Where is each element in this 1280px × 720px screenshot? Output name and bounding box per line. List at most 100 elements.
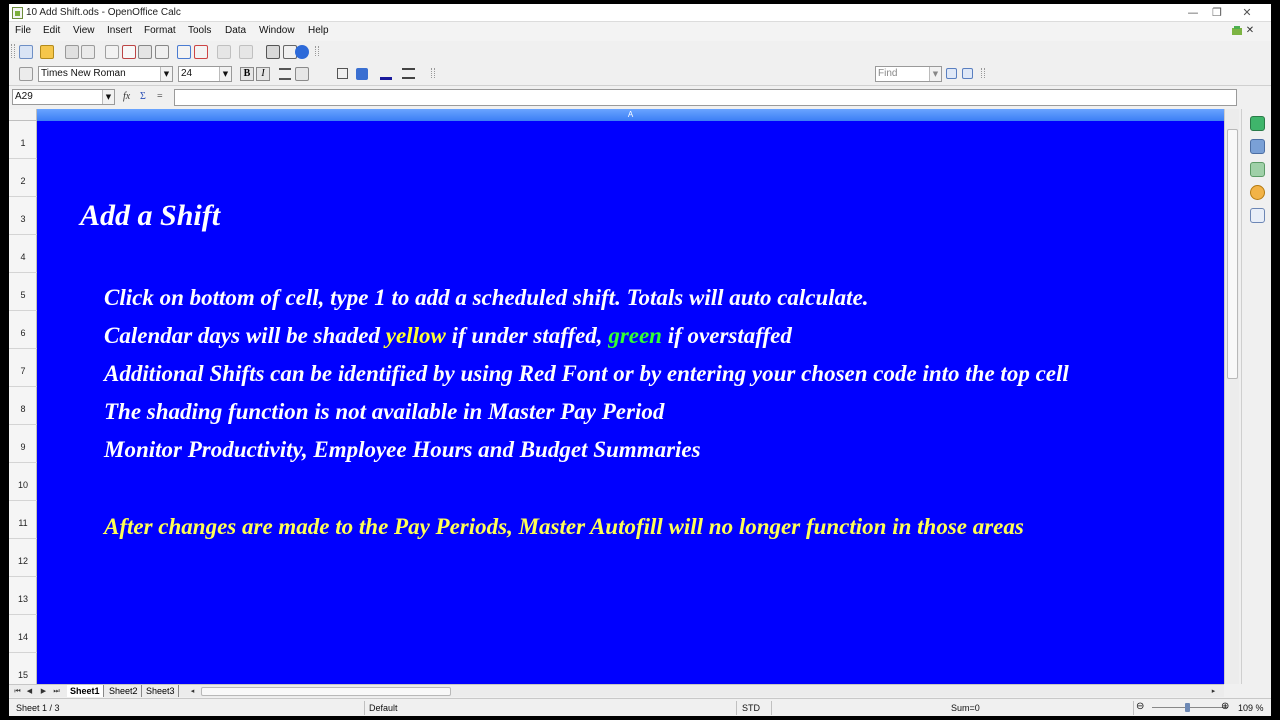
selection-mode[interactable]: STD bbox=[742, 703, 760, 713]
find-previous-icon[interactable] bbox=[962, 68, 973, 79]
edit-file-icon[interactable] bbox=[105, 45, 119, 59]
row-header-3[interactable]: 3 bbox=[9, 197, 37, 235]
select-all-corner[interactable] bbox=[9, 109, 37, 121]
zoom-slider-handle[interactable] bbox=[1185, 703, 1190, 712]
align-center-icon[interactable] bbox=[295, 67, 309, 81]
row-header-11[interactable]: 11 bbox=[9, 501, 37, 539]
font-name-select[interactable]: Times New Roman ▼ bbox=[38, 66, 173, 82]
close-document-button[interactable]: ✕ bbox=[1243, 24, 1257, 38]
function-wizard-icon[interactable]: fx bbox=[123, 91, 130, 102]
bold-button[interactable]: B bbox=[240, 67, 254, 81]
menu-format[interactable]: Format bbox=[144, 25, 176, 36]
sheet-tab-1[interactable]: Sheet1 bbox=[67, 685, 104, 697]
formula-input[interactable] bbox=[174, 89, 1237, 106]
find-input[interactable]: Find ▼ bbox=[875, 66, 942, 82]
menu-help[interactable]: Help bbox=[308, 25, 329, 36]
properties-icon[interactable] bbox=[1250, 116, 1265, 131]
row-header-5[interactable]: 5 bbox=[9, 273, 37, 311]
row-header-6[interactable]: 6 bbox=[9, 311, 37, 349]
chevron-down-icon[interactable]: ▼ bbox=[929, 67, 941, 81]
merged-cell-a[interactable]: Add a Shift Click on bottom of cell, typ… bbox=[37, 121, 1224, 684]
navigator-compass-icon[interactable] bbox=[1250, 185, 1265, 200]
last-sheet-icon[interactable]: ⏭ bbox=[51, 686, 62, 697]
vertical-scrollbar[interactable] bbox=[1224, 109, 1239, 684]
functions-icon[interactable] bbox=[1250, 208, 1265, 223]
italic-button[interactable]: I bbox=[256, 67, 270, 81]
row-header-12[interactable]: 12 bbox=[9, 539, 37, 577]
menu-view[interactable]: View bbox=[73, 25, 95, 36]
row-header-7[interactable]: 7 bbox=[9, 349, 37, 387]
row-header-4[interactable]: 4 bbox=[9, 235, 37, 273]
row-header-13[interactable]: 13 bbox=[9, 577, 37, 615]
borders-icon[interactable] bbox=[337, 68, 348, 79]
chevron-down-icon[interactable]: ▼ bbox=[219, 67, 231, 81]
next-sheet-icon[interactable]: ▶ bbox=[38, 686, 49, 697]
chevron-down-icon[interactable]: ▼ bbox=[160, 67, 172, 81]
menu-insert[interactable]: Insert bbox=[107, 25, 132, 36]
previous-sheet-icon[interactable]: ◀ bbox=[24, 686, 35, 697]
toolbar-overflow-icon[interactable] bbox=[315, 46, 319, 56]
vertical-scroll-thumb[interactable] bbox=[1227, 129, 1238, 379]
row-header-14[interactable]: 14 bbox=[9, 615, 37, 653]
find-replace-icon[interactable] bbox=[266, 45, 280, 59]
line-style-icon[interactable] bbox=[402, 68, 415, 79]
spellcheck-icon[interactable] bbox=[177, 45, 191, 59]
sum-display[interactable]: Sum=0 bbox=[951, 703, 980, 713]
align-left-icon[interactable] bbox=[279, 68, 291, 80]
sheet-tab-3[interactable]: Sheet3 bbox=[143, 685, 179, 697]
calc-app-icon bbox=[12, 7, 23, 19]
name-box[interactable]: A29 ▼ bbox=[12, 89, 115, 105]
row-header-8[interactable]: 8 bbox=[9, 387, 37, 425]
print-icon[interactable] bbox=[138, 45, 152, 59]
toolbar-overflow-icon[interactable] bbox=[981, 68, 985, 78]
extension-update-icon[interactable] bbox=[1231, 25, 1243, 37]
gallery-icon[interactable] bbox=[1250, 162, 1265, 177]
print-preview-icon[interactable] bbox=[155, 45, 169, 59]
redo-icon[interactable] bbox=[239, 45, 253, 59]
scroll-right-icon[interactable]: ▸ bbox=[1208, 686, 1219, 697]
column-header-a[interactable]: A bbox=[37, 109, 1224, 121]
row-header-10[interactable]: 10 bbox=[9, 463, 37, 501]
scroll-left-icon[interactable]: ◂ bbox=[187, 686, 198, 697]
row-header-2[interactable]: 2 bbox=[9, 159, 37, 197]
close-window-button[interactable]: ✕ bbox=[1236, 6, 1258, 19]
styles-and-formatting-icon[interactable] bbox=[1250, 139, 1265, 154]
font-size-select[interactable]: 24 ▼ bbox=[178, 66, 232, 82]
menu-edit[interactable]: Edit bbox=[43, 25, 60, 36]
sum-icon[interactable]: Σ bbox=[140, 91, 146, 102]
row-header-1[interactable]: 1 bbox=[9, 121, 37, 159]
background-color-icon[interactable] bbox=[356, 68, 368, 80]
toolbar-grip-icon[interactable] bbox=[11, 44, 15, 58]
styles-icon[interactable] bbox=[19, 67, 33, 81]
zoom-level[interactable]: 109 % bbox=[1238, 703, 1264, 713]
horizontal-scroll-thumb[interactable] bbox=[201, 687, 451, 696]
find-next-icon[interactable] bbox=[946, 68, 957, 79]
chevron-down-icon[interactable]: ▼ bbox=[102, 90, 114, 104]
menu-tools[interactable]: Tools bbox=[188, 25, 211, 36]
function-icon[interactable]: = bbox=[157, 91, 163, 102]
open-folder-icon[interactable] bbox=[40, 45, 54, 59]
export-pdf-icon[interactable] bbox=[122, 45, 136, 59]
zoom-out-icon[interactable]: ⊖ bbox=[1136, 701, 1144, 712]
status-divider bbox=[1133, 701, 1134, 715]
row-header-9[interactable]: 9 bbox=[9, 425, 37, 463]
autospellcheck-icon[interactable] bbox=[194, 45, 208, 59]
row-headers: 1 2 3 4 5 6 7 8 9 10 11 12 13 14 15 bbox=[9, 121, 37, 691]
zoom-slider[interactable] bbox=[1152, 707, 1228, 708]
email-icon[interactable] bbox=[81, 45, 95, 59]
minimize-button[interactable]: — bbox=[1182, 6, 1204, 19]
first-sheet-icon[interactable]: ⏮ bbox=[12, 686, 23, 697]
maximize-button[interactable]: ❐ bbox=[1206, 6, 1228, 19]
zoom-in-icon[interactable]: ⊕ bbox=[1221, 701, 1229, 712]
save-icon[interactable] bbox=[65, 45, 79, 59]
menu-window[interactable]: Window bbox=[259, 25, 295, 36]
menu-file[interactable]: File bbox=[15, 25, 31, 36]
help-icon[interactable] bbox=[295, 45, 309, 59]
toolbar-overflow-icon[interactable] bbox=[431, 68, 435, 78]
new-document-icon[interactable] bbox=[19, 45, 33, 59]
page-style[interactable]: Default bbox=[369, 703, 398, 713]
menu-data[interactable]: Data bbox=[225, 25, 246, 36]
font-color-icon[interactable] bbox=[380, 67, 392, 80]
undo-icon[interactable] bbox=[217, 45, 231, 59]
sheet-tab-2[interactable]: Sheet2 bbox=[106, 685, 142, 697]
